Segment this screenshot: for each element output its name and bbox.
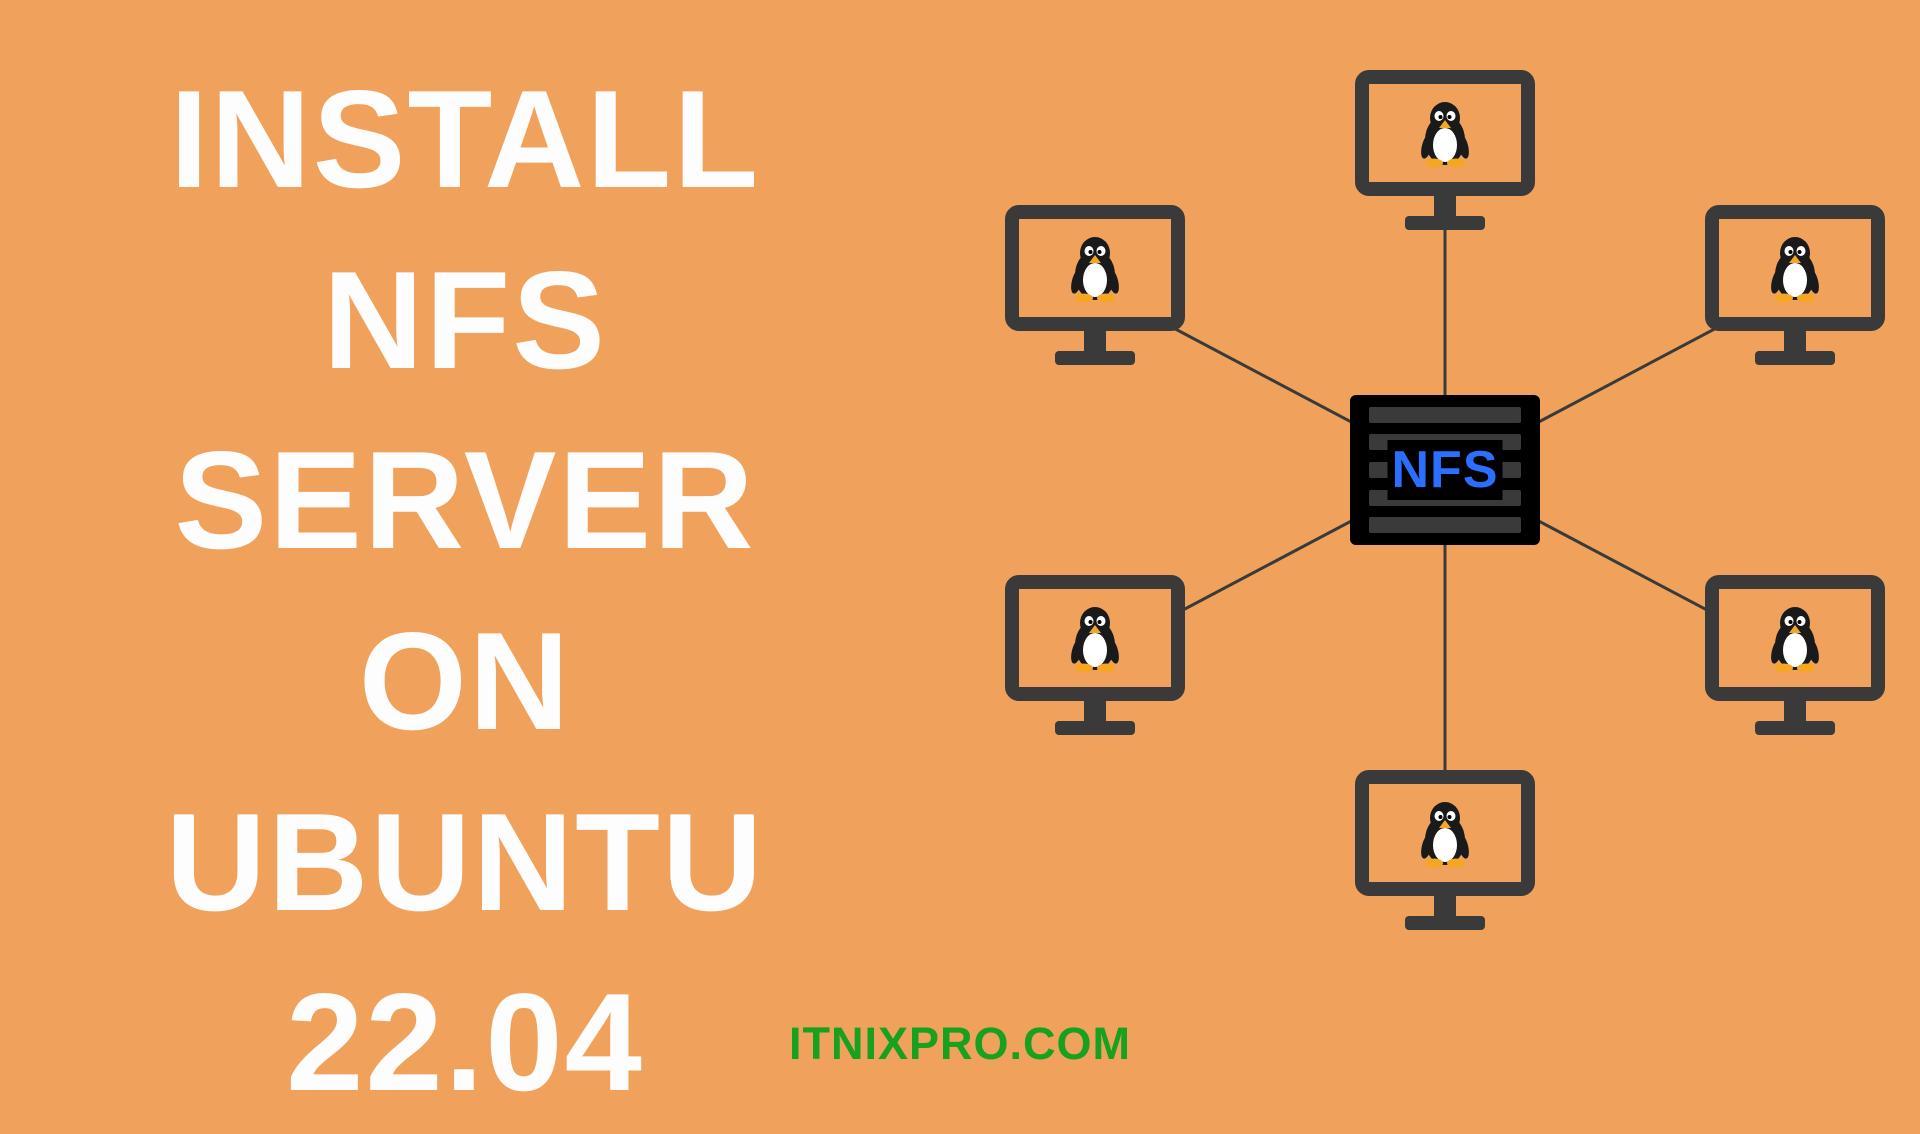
monitor-neck [1434,896,1456,916]
monitor-icon [1355,70,1535,196]
client-node [1705,575,1885,755]
monitor-icon [1005,575,1185,701]
tux-penguin-icon [1064,603,1126,673]
monitor-base [1755,351,1835,365]
monitor-neck [1434,196,1456,216]
monitor-icon [1705,205,1885,331]
client-node [1005,205,1185,385]
monitor-base [1055,721,1135,735]
client-node [1355,70,1535,250]
client-node [1005,575,1185,755]
title-line-1: INSTALL [10,50,920,231]
server-label: NFS [1388,440,1503,500]
monitor-base [1405,916,1485,930]
tux-penguin-icon [1414,798,1476,868]
tux-penguin-icon [1414,98,1476,168]
monitor-neck [1784,701,1806,721]
server-slot [1369,407,1521,423]
main-title: INSTALL NFS SERVER ON UBUNTU 22.04 [10,50,920,1134]
monitor-neck [1084,701,1106,721]
monitor-icon [1005,205,1185,331]
monitor-icon [1705,575,1885,701]
tux-penguin-icon [1764,233,1826,303]
monitor-base [1755,721,1835,735]
tux-penguin-icon [1064,233,1126,303]
title-line-2: NFS [10,231,920,412]
tux-penguin-icon [1764,603,1826,673]
monitor-icon [1355,770,1535,896]
client-node [1705,205,1885,385]
title-line-4: ON [10,592,920,773]
server-slot [1369,517,1521,533]
monitor-base [1405,216,1485,230]
monitor-neck [1784,331,1806,351]
monitor-neck [1084,331,1106,351]
nfs-server-icon: NFS [1350,395,1540,545]
network-diagram: NFS [1005,70,1885,950]
monitor-base [1055,351,1135,365]
footer-url: ITNIXPRO.COM [0,1018,1920,1070]
client-node [1355,770,1535,950]
title-line-3: SERVER [10,411,920,592]
